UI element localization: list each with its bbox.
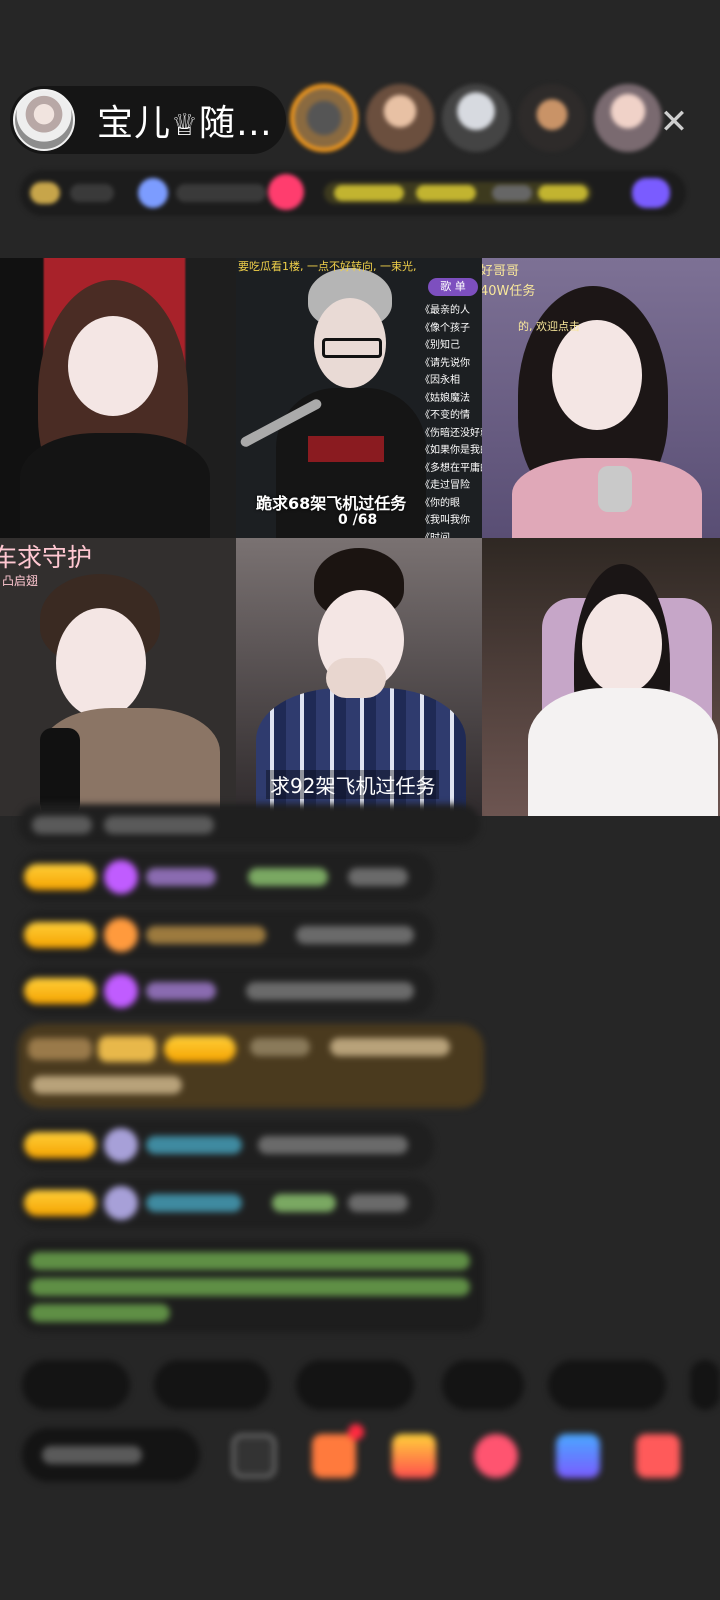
quick-reply-button[interactable] (690, 1360, 720, 1410)
video-tile-1[interactable] (0, 258, 236, 538)
songlist-tag[interactable]: 歌 单 (428, 278, 478, 296)
viewer-avatar[interactable] (366, 84, 434, 152)
overlay-text: 好哥哥 (482, 264, 520, 279)
song-item: 《像个孩子 (420, 322, 470, 334)
chat-message (18, 804, 480, 844)
interaction-icon[interactable] (556, 1434, 600, 1478)
viewer-avatar[interactable] (518, 84, 586, 152)
host-name-text: 宝儿 (97, 103, 172, 144)
chat-message (18, 1120, 434, 1170)
task-progress: 0 /68 (338, 512, 378, 528)
crown-icon: ♕ (171, 108, 199, 143)
song-item: 《如果你是我的 (420, 445, 482, 456)
more-icon[interactable] (636, 1434, 680, 1478)
song-item: 《不变的情 (420, 410, 470, 421)
comment-input[interactable] (22, 1428, 200, 1482)
overlay-text: 的, 欢迎点击 (518, 320, 580, 333)
viewer-avatar[interactable] (442, 84, 510, 152)
song-item: 《请先说你 (420, 357, 470, 369)
overlay-text: 凸启翅 (2, 574, 39, 588)
task-caption: 求92架飞机过任务 (266, 770, 440, 799)
quick-reply-button[interactable] (442, 1360, 524, 1410)
quick-reply-button[interactable] (548, 1360, 666, 1410)
notification-dot (348, 1424, 364, 1440)
chat-message (18, 966, 434, 1016)
quick-reply-button[interactable] (296, 1360, 414, 1410)
tag-bar[interactable] (20, 170, 686, 216)
song-item: 《因永相 (420, 375, 460, 386)
song-item: 《姑娘魔法 (420, 392, 470, 404)
song-item: 《伤暗还没好就 (420, 427, 482, 439)
song-item: 《走过冒险 (420, 480, 470, 491)
gift-banner (18, 1024, 484, 1108)
video-tile-4[interactable]: 车求守护 凸启翅 (0, 538, 236, 816)
chat-message (18, 852, 434, 902)
video-tile-3[interactable]: 好哥哥 40W任务 的, 欢迎点击 (482, 258, 720, 538)
chat-message (18, 1178, 434, 1228)
emoji-icon[interactable] (232, 1434, 276, 1478)
song-item: 《多想在平庸的生 (420, 462, 482, 474)
close-icon[interactable]: ✕ (652, 100, 696, 144)
share-icon[interactable] (312, 1434, 356, 1478)
video-tile-5[interactable]: 求92架飞机过任务 (236, 538, 482, 816)
viewer-avatar[interactable] (290, 84, 358, 152)
task-caption: 跪求68架飞机过任务 (256, 494, 407, 513)
song-item: 《你的眼 (420, 497, 460, 509)
video-tile-2[interactable]: 要吃瓜看1楼, 一点不好转向, 一束光, 歌 单 《最亲的人 《像个孩子 《别知… (236, 258, 482, 538)
songlist: 《最亲的人 《像个孩子 《别知己 《请先说你 《因永相 《姑娘魔法 《不变的情 … (420, 302, 482, 538)
song-item: 《时间 (420, 532, 450, 539)
host-info-pill[interactable]: 宝儿♕随… (10, 86, 286, 154)
quick-reply-button[interactable] (154, 1360, 270, 1410)
video-tile-6[interactable] (482, 538, 720, 816)
overlay-text: 车求守护 (0, 543, 93, 572)
stream-top-caption: 要吃瓜看1楼, 一点不好转向, 一束光, (238, 260, 417, 273)
host-name: 宝儿♕随… (97, 94, 273, 146)
chat-message (18, 910, 434, 960)
heart-icon[interactable] (474, 1434, 518, 1478)
song-item: 《别知己 (420, 340, 460, 351)
multi-guest-video-grid: 要吃瓜看1楼, 一点不好转向, 一束光, 歌 单 《最亲的人 《像个孩子 《别知… (0, 258, 720, 816)
host-avatar[interactable] (13, 89, 75, 151)
gift-icon[interactable] (392, 1434, 436, 1478)
system-notice (18, 1240, 484, 1332)
quick-reply-button[interactable] (22, 1360, 130, 1410)
host-name-suffix: 随… (198, 103, 273, 144)
overlay-text: 40W任务 (482, 284, 536, 299)
song-item: 《最亲的人 (420, 305, 470, 316)
top-viewers-list (290, 84, 662, 152)
song-item: 《我叫我你 (420, 515, 470, 526)
